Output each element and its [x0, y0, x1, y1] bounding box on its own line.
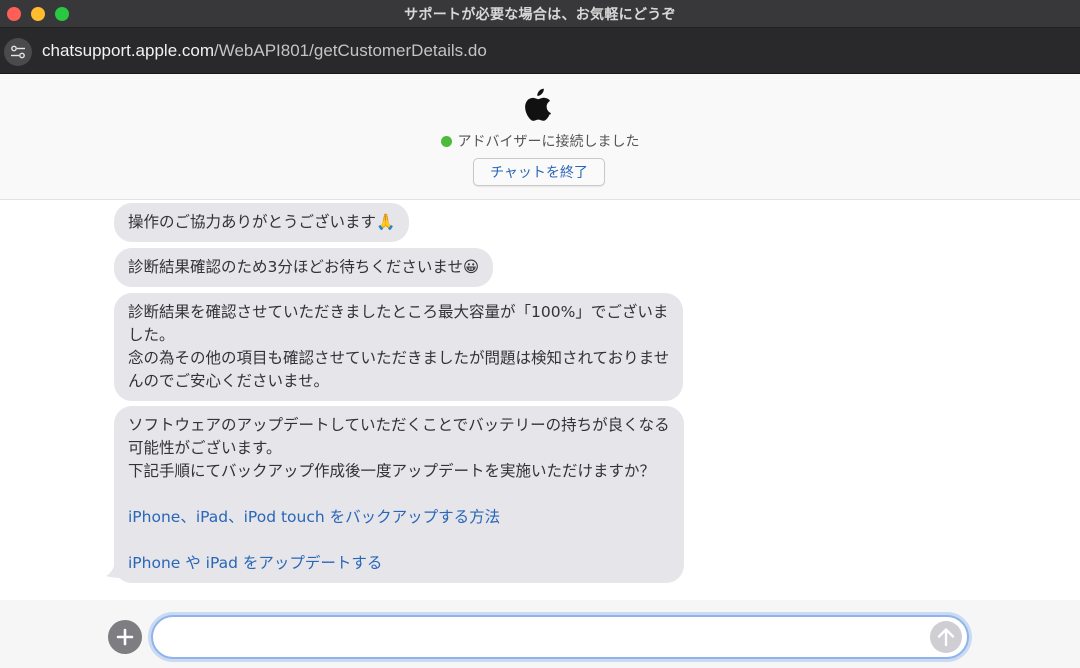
message-bubble: 診断結果を確認させていただきましたところ最大容量が「100%」でございま した。… — [114, 293, 684, 401]
bubble-tail — [106, 558, 124, 578]
add-attachment-button[interactable] — [108, 620, 142, 654]
sliders-icon — [11, 45, 25, 59]
apple-logo-icon — [525, 88, 551, 121]
message-text: 診断結果を確認させていただきましたところ最大容量が「100%」でございま — [128, 303, 669, 321]
message-text: 診断結果確認のため3分ほどお待ちくださいませ😀 — [128, 258, 480, 276]
message-text: ソフトウェアのアップデートしていただくことでバッテリーの持ちが良くなる — [128, 416, 670, 434]
message-text: した。 — [128, 326, 175, 344]
url-path: /WebAPI801/getCustomerDetails.do — [214, 41, 487, 60]
backup-guide-link[interactable]: iPhone、iPad、iPod touch をバックアップする方法 — [128, 506, 670, 529]
connection-status-text: アドバイザーに接続しました — [457, 134, 640, 150]
message-bubble: 診断結果確認のため3分ほどお待ちくださいませ😀 — [114, 248, 494, 287]
message-text: 念の為その他の項目も確認させていただきましたが問題は検知されておりませ — [128, 349, 670, 367]
message-bubble: ソフトウェアのアップデートしていただくことでバッテリーの持ちが良くなる 可能性が… — [114, 406, 684, 583]
url-host: chatsupport.apple.com — [42, 41, 214, 60]
message-text: んのでご安心くださいませ。 — [128, 372, 330, 390]
window-title: サポートが必要な場合は、お気軽にどうぞ — [404, 7, 676, 23]
message-text: 操作のご協力ありがとうございます🙏 — [128, 213, 396, 231]
connection-status: アドバイザーに接続しました — [0, 131, 1080, 151]
send-button[interactable] — [930, 621, 962, 653]
window-titlebar: サポートが必要な場合は、お気軽にどうぞ — [0, 0, 1080, 28]
message-text: 可能性がございます。 — [128, 439, 282, 457]
message-input[interactable] — [151, 615, 969, 659]
address-bar: chatsupport.apple.com/WebAPI801/getCusto… — [0, 28, 1080, 74]
chat-header: アドバイザーに接続しました チャットを終了 — [0, 74, 1080, 200]
url-text[interactable]: chatsupport.apple.com/WebAPI801/getCusto… — [42, 41, 487, 61]
online-status-dot — [440, 135, 452, 147]
site-settings-button[interactable] — [4, 38, 32, 66]
update-guide-link[interactable]: iPhone や iPad をアップデートする — [128, 552, 670, 575]
message-text: 下記手順にてバックアップ作成後一度アップデートを実施いただけますか？ — [128, 462, 656, 480]
plus-icon — [116, 628, 134, 646]
arrow-up-icon — [937, 628, 955, 647]
message-bubble: 操作のご協力ありがとうございます🙏 — [114, 203, 410, 242]
end-chat-button[interactable]: チャットを終了 — [473, 158, 605, 186]
